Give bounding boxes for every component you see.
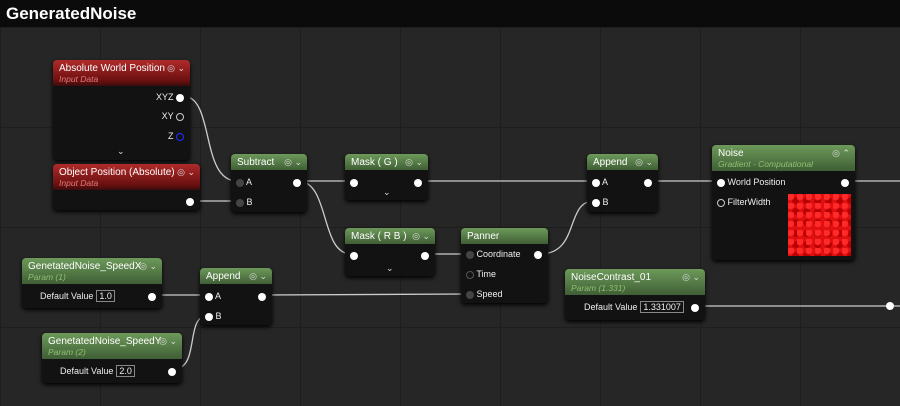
node-title: Panner bbox=[467, 231, 500, 242]
output-pin[interactable] bbox=[421, 251, 429, 260]
node-mask-rb[interactable]: Mask ( R B ) ◎ ⌄ ⌄ bbox=[345, 228, 435, 276]
pin-label: XY bbox=[161, 111, 174, 121]
input-pin-a[interactable] bbox=[592, 178, 600, 187]
node-noise[interactable]: Noise Gradient - Computational ◎ ⌃ World P… bbox=[712, 145, 855, 260]
input-pin-a[interactable] bbox=[236, 178, 244, 187]
node-panner[interactable]: Panner Coordinate Time Speed bbox=[461, 228, 548, 303]
collapse-icon[interactable]: ◎ ⌄ bbox=[405, 157, 423, 168]
input-pin-b[interactable] bbox=[236, 198, 244, 207]
input-pin-filterwidth[interactable] bbox=[717, 198, 725, 207]
pin-label: XYZ bbox=[155, 92, 174, 102]
output-pin[interactable] bbox=[414, 178, 422, 187]
node-title: NoiseContrast_01 bbox=[571, 272, 652, 283]
collapse-icon[interactable]: ◎ ⌄ bbox=[177, 167, 195, 178]
pin-label: B bbox=[246, 197, 253, 207]
node-subtitle: Gradient - Computational bbox=[718, 159, 813, 169]
noise-preview bbox=[788, 194, 851, 256]
output-pin[interactable] bbox=[293, 178, 301, 187]
output-pin[interactable] bbox=[644, 178, 652, 187]
input-pin[interactable] bbox=[350, 178, 358, 187]
input-pin-coordinate[interactable] bbox=[466, 250, 474, 259]
node-mask-g[interactable]: Mask ( G ) ◎ ⌄ ⌄ bbox=[345, 154, 428, 200]
pin-label: A bbox=[602, 177, 609, 187]
node-title: GenetatedNoise_SpeedX bbox=[28, 261, 142, 272]
expand-chevron-icon[interactable]: ⌄ bbox=[117, 146, 125, 157]
input-pin-world-position[interactable] bbox=[717, 178, 725, 187]
node-append-top[interactable]: Append ◎ ⌄ A B bbox=[587, 154, 658, 212]
node-subtitle: Param (1) bbox=[28, 272, 66, 282]
output-pin[interactable] bbox=[841, 178, 849, 187]
input-pin-b[interactable] bbox=[205, 312, 213, 321]
pin-label: World Position bbox=[727, 177, 786, 187]
node-title: Object Position (Absolute) bbox=[59, 167, 175, 178]
expand-chevron-icon[interactable]: ⌄ bbox=[383, 187, 391, 198]
collapse-icon[interactable]: ◎ ⌄ bbox=[682, 272, 700, 283]
node-subtract[interactable]: Subtract ◎ ⌄ A B bbox=[231, 154, 307, 212]
output-pin[interactable] bbox=[168, 367, 176, 376]
node-object-position[interactable]: Object Position (Absolute) Input Data ◎ ⌄ bbox=[53, 164, 200, 210]
output-pin[interactable] bbox=[186, 197, 194, 206]
node-subtitle: Input Data bbox=[59, 178, 99, 188]
expand-chevron-icon[interactable]: ⌄ bbox=[386, 263, 394, 274]
pin-label: A bbox=[215, 291, 222, 301]
input-pin[interactable] bbox=[350, 251, 358, 260]
node-subtitle: Param (1.331) bbox=[571, 283, 626, 293]
node-append-bottom[interactable]: Append ◎ ⌄ A B bbox=[200, 268, 272, 325]
collapse-icon[interactable]: ◎ ⌄ bbox=[249, 271, 267, 282]
pin-label: Z bbox=[167, 131, 174, 141]
output-pin-xyz[interactable] bbox=[176, 93, 184, 102]
pin-label: A bbox=[246, 177, 253, 187]
collapse-icon[interactable]: ◎ ⌄ bbox=[284, 157, 302, 168]
node-title: Absolute World Position bbox=[59, 63, 165, 74]
pin-label: Speed bbox=[476, 289, 503, 299]
output-pin[interactable] bbox=[534, 250, 542, 259]
collapse-icon[interactable]: ◎ ⌄ bbox=[139, 261, 157, 272]
pin-label: B bbox=[602, 197, 609, 207]
input-pin-b[interactable] bbox=[592, 198, 600, 207]
node-title: Noise bbox=[718, 148, 744, 159]
default-value-input[interactable]: 2.0 bbox=[116, 365, 135, 377]
default-value-input[interactable]: 1.331007 bbox=[640, 301, 684, 313]
pin-label: FilterWidth bbox=[727, 197, 771, 207]
input-pin-a[interactable] bbox=[205, 292, 213, 301]
input-pin-speed[interactable] bbox=[466, 290, 474, 299]
collapse-icon[interactable]: ◎ ⌄ bbox=[167, 63, 185, 74]
reroute-pin[interactable] bbox=[886, 302, 894, 310]
default-value-label: Default Value bbox=[60, 366, 114, 376]
collapse-icon[interactable]: ◎ ⌃ bbox=[832, 148, 850, 159]
default-value-label: Default Value bbox=[584, 302, 638, 312]
output-pin[interactable] bbox=[691, 303, 699, 312]
node-noise-contrast[interactable]: NoiseContrast_01 Param (1.331) ◎ ⌄ Default… bbox=[565, 269, 705, 320]
collapse-icon[interactable]: ◎ ⌄ bbox=[635, 157, 653, 168]
output-pin-z[interactable] bbox=[176, 132, 184, 141]
input-pin-time[interactable] bbox=[466, 270, 474, 279]
node-title: GenetatedNoise_SpeedY bbox=[48, 336, 162, 347]
node-subtitle: Param (2) bbox=[48, 347, 86, 357]
node-absolute-world-position[interactable]: Absolute World Position Input Data ◎ ⌄ XYZ… bbox=[53, 60, 190, 160]
node-speedx[interactable]: GenetatedNoise_SpeedX Param (1) ◎ ⌄ Defaul… bbox=[22, 258, 162, 308]
node-subtitle: Input Data bbox=[59, 74, 99, 84]
output-pin[interactable] bbox=[258, 292, 266, 301]
node-speedy[interactable]: GenetatedNoise_SpeedY Param (2) ◎ ⌄ Defaul… bbox=[42, 333, 182, 383]
pin-label: Coordinate bbox=[476, 249, 521, 259]
pin-label: Time bbox=[476, 269, 497, 279]
default-value-label: Default Value bbox=[40, 291, 94, 301]
default-value-input[interactable]: 1.0 bbox=[96, 290, 115, 302]
output-pin-xy[interactable] bbox=[176, 112, 184, 121]
wire-append-speed bbox=[262, 293, 469, 296]
output-pin[interactable] bbox=[148, 292, 156, 301]
wire-panner-append bbox=[539, 200, 595, 255]
collapse-icon[interactable]: ◎ ⌄ bbox=[159, 336, 177, 347]
pin-label: B bbox=[215, 311, 222, 321]
collapse-icon[interactable]: ◎ ⌄ bbox=[412, 231, 430, 242]
